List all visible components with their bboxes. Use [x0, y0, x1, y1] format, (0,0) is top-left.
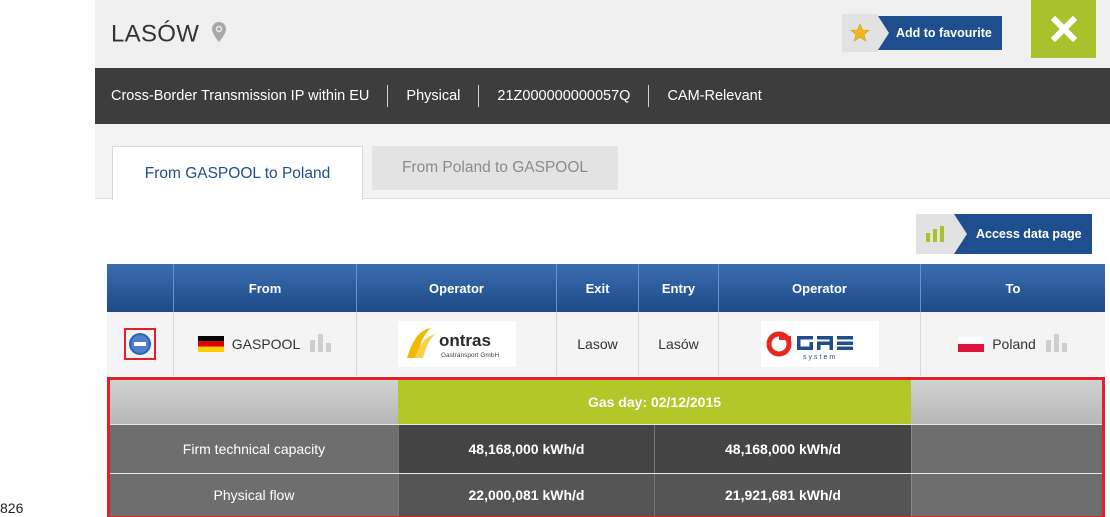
direction-tabs: From GASPOOL to Poland From Poland to GA…	[95, 124, 1110, 200]
entry-value: 21,921,681 kWh/d	[654, 474, 911, 516]
exit-point: Lasow	[556, 312, 638, 376]
bar-chart-icon	[916, 214, 954, 254]
access-data-page-button[interactable]: Access data page	[916, 214, 1092, 254]
table-row: Physical flow 22,000,081 kWh/d 21,921,68…	[110, 473, 1102, 516]
svg-text:ontras: ontras	[439, 331, 491, 350]
flow-table-header: From Operator Exit Entry Operator To	[107, 264, 1105, 312]
page-title: LASÓW	[111, 20, 227, 49]
star-icon	[842, 14, 878, 52]
interconnection-point-panel: LASÓW Add to favourite Cross-Border Tran…	[95, 0, 1110, 517]
tab-gaspool-to-poland[interactable]: From GASPOOL to Poland	[112, 146, 363, 200]
svg-text:Gastransport GmbH: Gastransport GmbH	[441, 352, 499, 359]
from-zone[interactable]: GASPOOL	[232, 336, 300, 352]
gas-day-table: Gas day: 02/12/2015 Firm technical capac…	[107, 377, 1105, 517]
header-cell-operator-from: Operator	[356, 264, 556, 312]
map-pin-icon[interactable]	[212, 21, 227, 49]
header-cell-entry: Entry	[638, 264, 718, 312]
entry-value: 48,168,000 kWh/d	[654, 425, 911, 473]
eic-code: 21Z000000000057Q	[497, 88, 631, 104]
flow-kind: Physical	[406, 88, 461, 104]
empty-cell	[911, 474, 1102, 516]
header-cell-exit: Exit	[556, 264, 638, 312]
gas-day-label: Gas day: 02/12/2015	[398, 380, 911, 424]
exit-value: 48,168,000 kWh/d	[398, 425, 654, 473]
point-info-bar: Cross-Border Transmission IP within EU P…	[95, 68, 1110, 124]
bar-chart-icon[interactable]	[310, 333, 332, 355]
exit-value: 22,000,081 kWh/d	[398, 474, 654, 516]
add-to-favourite-button[interactable]: Add to favourite	[842, 14, 1002, 52]
empty-cell	[911, 380, 1102, 424]
close-icon	[1050, 16, 1077, 42]
table-row: Firm technical capacity 48,168,000 kWh/d…	[110, 424, 1102, 473]
operator-from-cell: ontras Gastransport GmbH	[356, 312, 556, 376]
ontras-logo[interactable]: ontras Gastransport GmbH	[397, 321, 516, 367]
empty-cell	[110, 380, 398, 424]
row-label: Physical flow	[110, 474, 398, 516]
germany-flag-icon	[197, 336, 224, 352]
operator-to-cell: system	[718, 312, 920, 376]
favourite-label: Add to favourite	[878, 16, 1002, 50]
table-row: GASPOOL ontras Gastransport GmbH Lasow L…	[107, 312, 1105, 376]
empty-cell	[911, 425, 1102, 473]
header-cell-to: To	[920, 264, 1105, 312]
minus-circle-icon	[129, 333, 151, 355]
to-cell: Poland	[920, 312, 1105, 376]
access-data-label: Access data page	[954, 214, 1092, 254]
page-margin-number: 826	[0, 500, 24, 516]
gas-day-header-row: Gas day: 02/12/2015	[110, 380, 1102, 424]
from-cell: GASPOOL	[173, 312, 356, 376]
bar-chart-icon[interactable]	[1045, 333, 1068, 355]
cam-status: CAM-Relevant	[667, 88, 762, 104]
point-name: LASÓW	[111, 20, 200, 48]
entry-point: Lasów	[638, 312, 718, 376]
to-zone[interactable]: Poland	[992, 336, 1036, 352]
svg-text:system: system	[803, 354, 837, 361]
gaz-system-logo[interactable]: system	[760, 321, 879, 367]
row-label: Firm technical capacity	[110, 425, 398, 473]
point-header: LASÓW Add to favourite	[95, 0, 1110, 68]
header-cell-toggle	[107, 264, 173, 312]
header-cell-from: From	[173, 264, 356, 312]
poland-flag-icon	[958, 336, 985, 352]
point-type: Cross-Border Transmission IP within EU	[111, 88, 370, 104]
flow-table: From Operator Exit Entry Operator To GAS…	[107, 264, 1105, 376]
tab-poland-to-gaspool[interactable]: From Poland to GASPOOL	[372, 146, 618, 190]
toggle-cell	[107, 312, 173, 376]
header-cell-operator-to: Operator	[718, 264, 920, 312]
collapse-button[interactable]	[124, 328, 156, 360]
close-button[interactable]	[1031, 0, 1096, 58]
